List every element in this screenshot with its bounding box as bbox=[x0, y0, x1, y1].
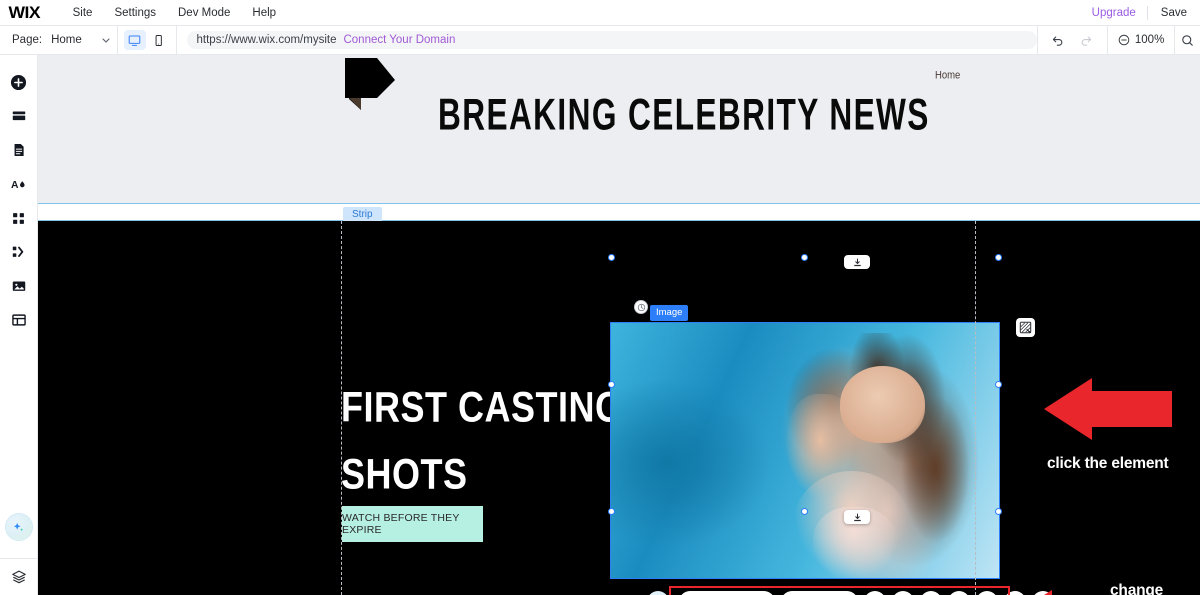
site-url-text: https://www.wix.com/mysite bbox=[196, 34, 337, 46]
image-photo bbox=[611, 323, 999, 578]
sidebar-item-cms[interactable] bbox=[2, 303, 36, 337]
annotation-text-click-element: click the element bbox=[1047, 455, 1169, 472]
table-icon bbox=[11, 312, 27, 328]
resize-handle-bl[interactable] bbox=[608, 508, 615, 515]
save-button[interactable]: Save bbox=[1148, 7, 1200, 19]
crop-button[interactable] bbox=[919, 591, 942, 595]
photo-face bbox=[839, 366, 926, 443]
annotation-text-change-settings: change settings bbox=[1110, 582, 1164, 595]
wix-logo[interactable]: WIX bbox=[9, 3, 41, 23]
image-mask-button[interactable] bbox=[1016, 318, 1035, 337]
top-menu-bar: WIX Site Settings Dev Mode Help Upgrade … bbox=[0, 0, 1200, 26]
desktop-view-button[interactable] bbox=[123, 30, 146, 50]
sidebar-item-site-design[interactable]: A bbox=[2, 167, 36, 201]
layers-button[interactable] bbox=[0, 559, 38, 595]
theme-icon: A bbox=[10, 176, 27, 193]
left-sidebar: A bbox=[0, 55, 38, 595]
stretch-bottom-button[interactable] bbox=[844, 510, 870, 524]
resize-handle-br[interactable] bbox=[995, 508, 1002, 515]
image-element-tag[interactable]: Image bbox=[650, 305, 689, 321]
design-pencil-button[interactable] bbox=[891, 591, 914, 595]
change-image-button[interactable]: Change Image bbox=[679, 591, 776, 595]
resize-handle-tr[interactable] bbox=[995, 254, 1002, 261]
page-icon bbox=[11, 142, 27, 158]
guide-line-left bbox=[341, 221, 342, 595]
resize-handle-ml[interactable] bbox=[608, 381, 615, 388]
chevron-down-icon bbox=[101, 35, 111, 45]
menu-item-settings[interactable]: Settings bbox=[103, 0, 167, 26]
sidebar-item-apps[interactable] bbox=[2, 201, 36, 235]
connect-domain-link[interactable]: Connect Your Domain bbox=[343, 34, 455, 46]
menu-item-site[interactable]: Site bbox=[62, 0, 104, 26]
site-title[interactable]: BREAKING CELEBRITY NEWS bbox=[438, 90, 930, 141]
resize-handle-tl[interactable] bbox=[608, 254, 615, 261]
page-selector-value: Home bbox=[51, 34, 82, 46]
sidebar-item-add-section[interactable] bbox=[2, 99, 36, 133]
site-nav-home[interactable]: Home bbox=[935, 69, 960, 82]
zoom-level-value: 100% bbox=[1134, 34, 1165, 46]
resize-handle-tm[interactable] bbox=[801, 254, 808, 261]
undo-icon[interactable] bbox=[1051, 33, 1065, 47]
site-header-section[interactable]: BREAKING CELEBRITY NEWS Home bbox=[38, 55, 1200, 203]
magic-wand-button[interactable] bbox=[947, 591, 970, 595]
resize-handle-mr[interactable] bbox=[995, 381, 1002, 388]
search-icon[interactable] bbox=[1181, 34, 1194, 47]
redo-icon[interactable] bbox=[1079, 33, 1093, 47]
menu-item-help[interactable]: Help bbox=[241, 0, 287, 26]
annotation-arrow-click-element bbox=[1044, 378, 1172, 440]
image-element-toolbar: Change Image Edit Image bbox=[647, 591, 1054, 595]
device-switcher bbox=[118, 30, 176, 50]
image-icon bbox=[11, 278, 27, 294]
upgrade-button[interactable]: Upgrade bbox=[1081, 7, 1147, 19]
ai-sparkle-icon bbox=[11, 520, 26, 535]
site-canvas[interactable]: BREAKING CELEBRITY NEWS Home Strip Raw S… bbox=[38, 55, 1200, 595]
address-area: https://www.wix.com/mysite Connect Your … bbox=[177, 31, 1037, 49]
editor-toolbar: Page: Home https://www.wix.com/mysite Co… bbox=[0, 26, 1200, 55]
site-logo-graphic[interactable] bbox=[345, 58, 397, 113]
toolbar-ai-button[interactable] bbox=[647, 591, 669, 595]
sidebar-item-media[interactable] bbox=[2, 269, 36, 303]
top-menu-right-group: Upgrade Save bbox=[1081, 0, 1200, 26]
site-url-field[interactable]: https://www.wix.com/mysite Connect Your … bbox=[186, 31, 1037, 49]
edit-image-button[interactable]: Edit Image bbox=[781, 591, 858, 595]
hero-heading[interactable]: FIRST CASTING SHOTS bbox=[341, 373, 624, 508]
apps-grid-icon bbox=[11, 211, 26, 226]
code-branch-icon bbox=[11, 244, 27, 260]
page-label: Page: bbox=[12, 34, 43, 46]
mobile-view-button[interactable] bbox=[148, 30, 170, 50]
page-selector[interactable]: Home bbox=[51, 34, 117, 46]
zoom-control[interactable]: 100% bbox=[1108, 34, 1174, 46]
resize-handle-bm[interactable] bbox=[801, 508, 808, 515]
stretch-top-button[interactable] bbox=[844, 255, 870, 269]
guide-line-right bbox=[975, 221, 976, 595]
animation-button[interactable] bbox=[975, 591, 998, 595]
layers-icon bbox=[11, 569, 27, 585]
menu-item-dev-mode[interactable]: Dev Mode bbox=[167, 0, 241, 26]
plus-circle-icon bbox=[10, 74, 27, 91]
annotation-arrow-change-settings bbox=[1020, 590, 1100, 595]
selected-image-element[interactable] bbox=[610, 322, 1000, 579]
section-icon bbox=[11, 108, 27, 124]
toolbar-overflow-group bbox=[1175, 34, 1200, 47]
zoom-out-icon[interactable] bbox=[1118, 34, 1130, 46]
undo-redo-group bbox=[1037, 33, 1107, 47]
sidebar-item-dev-mode[interactable] bbox=[2, 235, 36, 269]
hero-section[interactable]: FIRST CASTING SHOTS WATCH BEFORE THEY EX… bbox=[38, 221, 1200, 595]
wix-editor-window: WIX Site Settings Dev Mode Help Upgrade … bbox=[0, 0, 1200, 595]
settings-gear-button[interactable] bbox=[863, 591, 886, 595]
svg-text:A: A bbox=[11, 179, 19, 190]
ai-assistant-button[interactable] bbox=[5, 514, 32, 540]
hero-cta-button[interactable]: WATCH BEFORE THEY EXPIRE bbox=[342, 506, 483, 542]
sidebar-item-add-elements[interactable] bbox=[2, 65, 36, 99]
strip-selection-band[interactable] bbox=[38, 203, 1200, 221]
sidebar-item-pages[interactable] bbox=[2, 133, 36, 167]
rotate-handle[interactable] bbox=[634, 300, 648, 314]
